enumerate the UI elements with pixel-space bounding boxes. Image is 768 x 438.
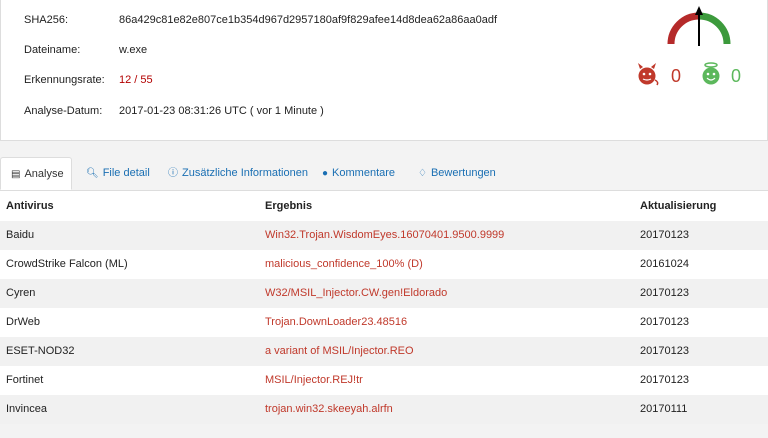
date-label: Analyse-Datum: xyxy=(24,105,103,117)
angel-icon[interactable] xyxy=(702,62,720,85)
detection-result: W32/MSIL_Injector.CW.gen!Eldorado xyxy=(265,287,448,299)
tab-additional-info-label: Zusätzliche Informationen xyxy=(182,167,308,179)
sha256-value: 86a429c81e82e807ce1b354d967d2957180af9f8… xyxy=(119,14,498,26)
tab-ratings-label: Bewertungen xyxy=(430,167,496,179)
gauge-red-arc xyxy=(667,12,700,45)
header-result[interactable]: Ergebnis xyxy=(265,191,312,221)
devil-icon[interactable] xyxy=(638,63,659,86)
detection-result: Trojan.DownLoader23.48516 xyxy=(265,316,408,328)
update-date: 20170123 xyxy=(640,316,689,328)
header-antivirus[interactable]: Antivirus xyxy=(6,191,54,221)
tab-comments-label: Kommentare xyxy=(332,167,396,179)
filename-value: w.exe xyxy=(119,44,148,56)
update-date: 20170123 xyxy=(640,345,689,357)
antivirus-name: Cyren xyxy=(6,287,36,299)
detection-result: malicious_confidence_100% (D) xyxy=(265,258,423,270)
antivirus-name: DrWeb xyxy=(6,316,41,328)
antivirus-name: Baidu xyxy=(6,229,35,241)
filename-label: Dateiname: xyxy=(24,44,81,56)
date-value: 2017-01-23 08:31:26 UTC ( vor 1 Minute ) xyxy=(119,105,324,117)
detection-result: MSIL/Injector.REJ!tr xyxy=(265,374,363,386)
table-row: CrowdStrike Falcon (ML) malicious_confid… xyxy=(0,250,768,279)
table-icon: ▤ xyxy=(11,169,21,180)
antivirus-name: Fortinet xyxy=(6,374,44,386)
comment-icon: ● xyxy=(322,168,329,179)
malicious-vote-count: 0 xyxy=(671,66,681,86)
analysis-tabs: ▤ Analyse 🔍︎ File detail ⓘ Zusätzliche Info… xyxy=(0,157,768,191)
table-row: Cyren W32/MSIL_Injector.CW.gen!Eldorado … xyxy=(0,279,768,308)
search-icon: 🔍︎ xyxy=(86,168,99,179)
gauge-green-arc xyxy=(698,12,731,45)
sha256-label: SHA256: xyxy=(24,14,69,26)
tab-analyse[interactable]: ▤ Analyse xyxy=(0,157,72,190)
antivirus-results-table: Antivirus Ergebnis Aktualisierung Baidu … xyxy=(0,191,768,424)
community-score-gauge: 0 0 xyxy=(638,6,741,86)
update-date: 20170111 xyxy=(640,403,688,415)
thumbs-icon: ♢ xyxy=(418,168,427,179)
table-row: Invincea trojan.win32.skeeyah.alrfn 2017… xyxy=(0,395,768,424)
table-row: DrWeb Trojan.DownLoader23.48516 20170123 xyxy=(0,308,768,337)
tab-comments[interactable]: ● Kommentare xyxy=(322,157,395,190)
detection-result: trojan.win32.skeeyah.alrfn xyxy=(265,403,393,415)
update-date: 20161024 xyxy=(640,258,689,270)
harmless-vote-count: 0 xyxy=(731,66,741,86)
antivirus-name: CrowdStrike Falcon (ML) xyxy=(6,258,128,270)
tab-additional-info[interactable]: ⓘ Zusätzliche Informationen xyxy=(168,157,308,190)
table-header: Antivirus Ergebnis Aktualisierung xyxy=(0,191,768,221)
antivirus-name: Invincea xyxy=(6,403,47,415)
detection-result: Win32.Trojan.WisdomEyes.16070401.9500.99… xyxy=(265,229,505,241)
detection-ratio: 12 / 55 xyxy=(119,74,153,86)
update-date: 20170123 xyxy=(640,229,689,241)
table-row: ESET-NOD32 a variant of MSIL/Injector.RE… xyxy=(0,337,768,366)
update-date: 20170123 xyxy=(640,374,689,386)
tab-analyse-label: Analyse xyxy=(24,168,64,180)
gauge-needle-tip xyxy=(695,6,703,15)
info-icon: ⓘ xyxy=(168,168,178,179)
tab-file-detail-label: File detail xyxy=(102,167,150,179)
table-row: Baidu Win32.Trojan.WisdomEyes.16070401.9… xyxy=(0,221,768,250)
tab-ratings[interactable]: ♢ Bewertungen xyxy=(418,157,496,190)
tab-file-detail[interactable]: 🔍︎ File detail xyxy=(86,157,150,190)
detection-label: Erkennungsrate: xyxy=(24,74,105,86)
table-row: Fortinet MSIL/Injector.REJ!tr 20170123 xyxy=(0,366,768,395)
antivirus-name: ESET-NOD32 xyxy=(6,345,75,357)
detection-result: a variant of MSIL/Injector.REO xyxy=(265,345,414,357)
file-summary-panel: SHA256: 86a429c81e82e807ce1b354d967d2957… xyxy=(0,0,768,141)
header-update[interactable]: Aktualisierung xyxy=(640,191,716,221)
update-date: 20170123 xyxy=(640,287,689,299)
